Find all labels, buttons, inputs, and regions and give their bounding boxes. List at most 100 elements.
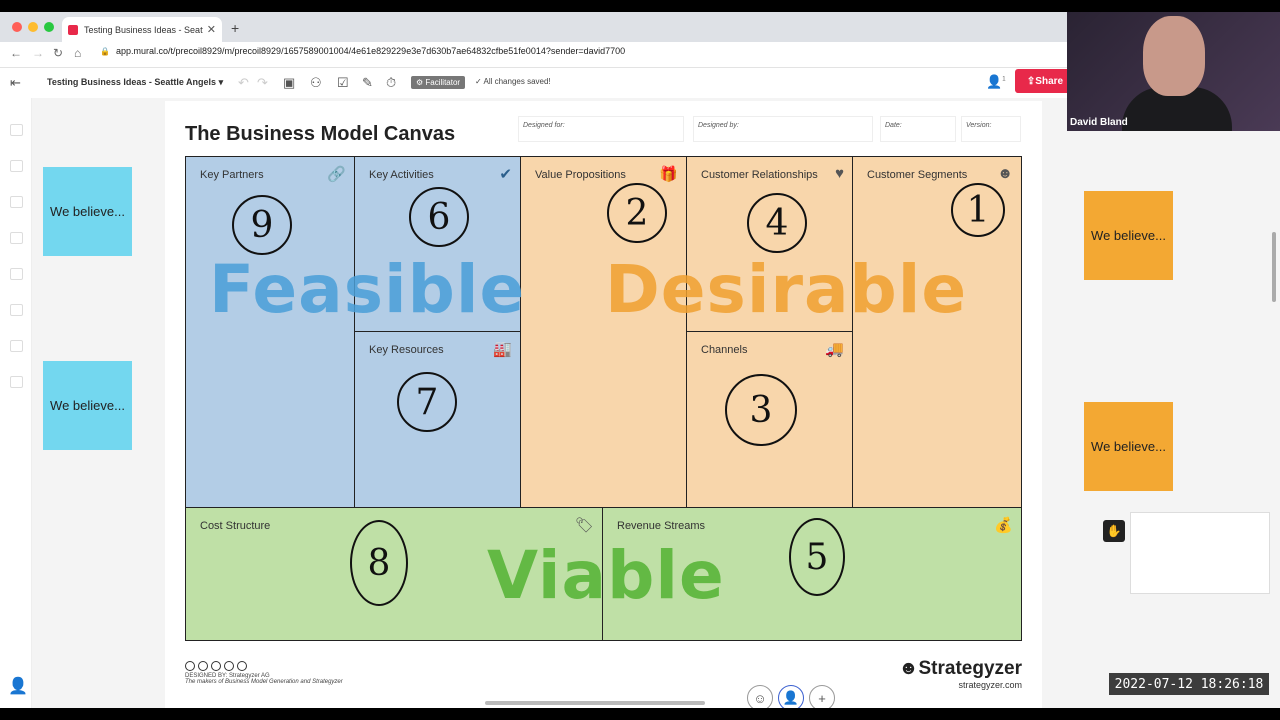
save-status: ✓ All changes saved! xyxy=(475,77,551,86)
strategyzer-branding: ☻Strategyzer strategyzer.com xyxy=(899,658,1023,690)
video-feed: David Bland xyxy=(1067,12,1280,131)
handwritten-number-4: 4 xyxy=(747,193,807,253)
workspace[interactable]: The Business Model Canvas Designed for: … xyxy=(32,98,1280,708)
templates-tool-icon[interactable] xyxy=(10,304,23,316)
sticky-tool-icon[interactable] xyxy=(10,124,23,136)
text-tool-icon[interactable] xyxy=(10,160,23,172)
price-tag-icon: 🏷 xyxy=(574,517,594,534)
board-title[interactable]: Testing Business Ideas - Seattle Angels … xyxy=(47,77,223,88)
customer-relationships-label: Customer Relationships xyxy=(701,169,818,181)
handwritten-number-7: 7 xyxy=(397,372,457,432)
close-tab-icon[interactable]: ✕ xyxy=(207,23,216,36)
strategyzer-logo: ☻Strategyzer xyxy=(898,658,1023,679)
factory-icon: 🏭 xyxy=(493,341,512,358)
images-tool-icon[interactable] xyxy=(10,268,23,280)
new-tab-icon[interactable]: + xyxy=(231,20,239,36)
shapes-tool-icon[interactable] xyxy=(10,196,23,208)
key-activities-label: Key Activities xyxy=(369,169,434,181)
participant-face xyxy=(1143,16,1205,96)
sticky-note[interactable]: We believe... xyxy=(43,167,132,256)
value-propositions-label: Value Propositions xyxy=(535,169,626,181)
forward-icon[interactable]: → xyxy=(32,46,44,60)
frameworks-tool-icon[interactable] xyxy=(10,232,23,244)
reload-icon[interactable]: ↻ xyxy=(53,46,63,60)
sticky-note[interactable]: We believe... xyxy=(1084,191,1173,280)
tab-title: Testing Business Ideas - Seattl xyxy=(84,24,203,35)
share-button[interactable]: ⇪ Share xyxy=(1015,69,1075,93)
revenue-streams-label: Revenue Streams xyxy=(617,520,706,532)
collaborator-avatar[interactable]: 👤 xyxy=(778,685,804,708)
date-field[interactable]: Date: xyxy=(880,116,956,142)
hand-tool-icon[interactable]: ✋ xyxy=(1103,520,1125,542)
home-icon[interactable]: ⌂ xyxy=(74,46,81,60)
users-icon[interactable]: 👤1 xyxy=(986,74,1006,90)
timer-icon[interactable]: ⏱ xyxy=(386,75,396,91)
creative-commons-icons xyxy=(185,661,545,671)
reactions-icon[interactable]: ☺ xyxy=(747,685,773,708)
handwritten-number-5: 5 xyxy=(789,518,845,596)
checklist-icon[interactable]: ☑ xyxy=(337,75,349,91)
handwritten-number-1: 1 xyxy=(951,183,1005,237)
designed-by-field[interactable]: Designed by: xyxy=(693,116,873,142)
check-circle-icon: ✔ xyxy=(499,166,512,183)
handwritten-number-9: 9 xyxy=(232,195,292,255)
url-field[interactable]: 🔒 app.mural.co/t/precoil8929/m/precoil89… xyxy=(100,46,625,56)
truck-icon: 🚚 xyxy=(825,341,844,358)
cost-structure-label: Cost Structure xyxy=(200,520,271,532)
lock-icon: 🔒 xyxy=(100,46,110,56)
version-field[interactable]: Version: xyxy=(961,116,1021,142)
minimap[interactable] xyxy=(1130,512,1270,594)
mural-favicon-icon xyxy=(68,24,78,35)
handwritten-number-6: 6 xyxy=(409,187,469,247)
redo-icon[interactable]: ↷ xyxy=(257,75,268,91)
facilitator-badge[interactable]: ⚙ Facilitator xyxy=(411,76,466,89)
customer-segments-label: Customer Segments xyxy=(867,169,968,181)
channels-block[interactable]: Channels 🚚 3 xyxy=(686,331,853,508)
face-icon: ☻ xyxy=(997,165,1013,182)
draw-tool-icon[interactable] xyxy=(10,376,23,388)
strategyzer-site: strategyzer.com xyxy=(958,680,1022,690)
handwritten-number-2: 2 xyxy=(607,183,667,243)
left-rail xyxy=(0,98,32,708)
user-avatar-icon[interactable]: 👤 xyxy=(8,676,28,700)
frame-icon[interactable]: ▣ xyxy=(283,75,295,91)
outline-icon[interactable]: ⚇ xyxy=(310,75,322,91)
collaborator-avatars: ☺ 👤 + xyxy=(747,685,835,708)
url-text: app.mural.co/t/precoil8929/m/precoil8929… xyxy=(115,46,626,56)
close-window-icon[interactable] xyxy=(12,22,22,32)
desirable-overlay: Desirable xyxy=(605,251,968,328)
key-resources-block[interactable]: Key Resources 🏭 7 xyxy=(354,331,521,508)
vertical-scrollbar[interactable] xyxy=(1272,232,1276,302)
key-partners-label: Key Partners xyxy=(200,169,264,181)
gift-icon: 🎁 xyxy=(659,166,678,183)
designed-for-field[interactable]: Designed for: xyxy=(518,116,684,142)
horizontal-scrollbar[interactable] xyxy=(485,701,705,705)
sticky-note[interactable]: We believe... xyxy=(1084,402,1173,491)
sticky-note[interactable]: We believe... xyxy=(43,361,132,450)
minimize-window-icon[interactable] xyxy=(28,22,38,32)
canvas-title: The Business Model Canvas xyxy=(185,123,456,145)
makers-text: The makers of Business Model Generation … xyxy=(185,679,343,685)
undo-icon[interactable]: ↶ xyxy=(238,75,249,91)
key-partners-block[interactable]: Key Partners 🔗 9 xyxy=(185,156,355,508)
participant-name: David Bland xyxy=(1070,117,1128,128)
pen-icon[interactable]: ✎ xyxy=(362,75,373,91)
back-icon[interactable]: ← xyxy=(10,46,22,60)
handwritten-number-8: 8 xyxy=(350,520,408,606)
customer-segments-block[interactable]: Customer Segments ☻ 1 xyxy=(852,156,1022,508)
link-icon: 🔗 xyxy=(327,166,346,183)
value-propositions-block[interactable]: Value Propositions 🎁 2 xyxy=(520,156,687,508)
screen: Testing Business Ideas - Seattl ✕ + ← → … xyxy=(0,12,1280,708)
exit-board-icon[interactable]: ⇤ xyxy=(10,75,21,91)
business-model-canvas: The Business Model Canvas Designed for: … xyxy=(165,101,1042,708)
comments-tool-icon[interactable] xyxy=(10,340,23,352)
mural-toolbar: ⇤ Testing Business Ideas - Seattle Angel… xyxy=(0,68,1080,98)
feasible-overlay: Feasible xyxy=(209,251,526,328)
add-collaborator-icon[interactable]: + xyxy=(809,685,835,708)
heart-icon: ♥ xyxy=(835,165,844,182)
channels-label: Channels xyxy=(701,344,748,356)
money-bag-icon: 💰 xyxy=(994,517,1013,534)
maximize-window-icon[interactable] xyxy=(44,22,54,32)
browser-tab[interactable]: Testing Business Ideas - Seattl ✕ xyxy=(62,17,222,42)
recording-timestamp: 2022-07-12 18:26:18 xyxy=(1109,673,1269,695)
